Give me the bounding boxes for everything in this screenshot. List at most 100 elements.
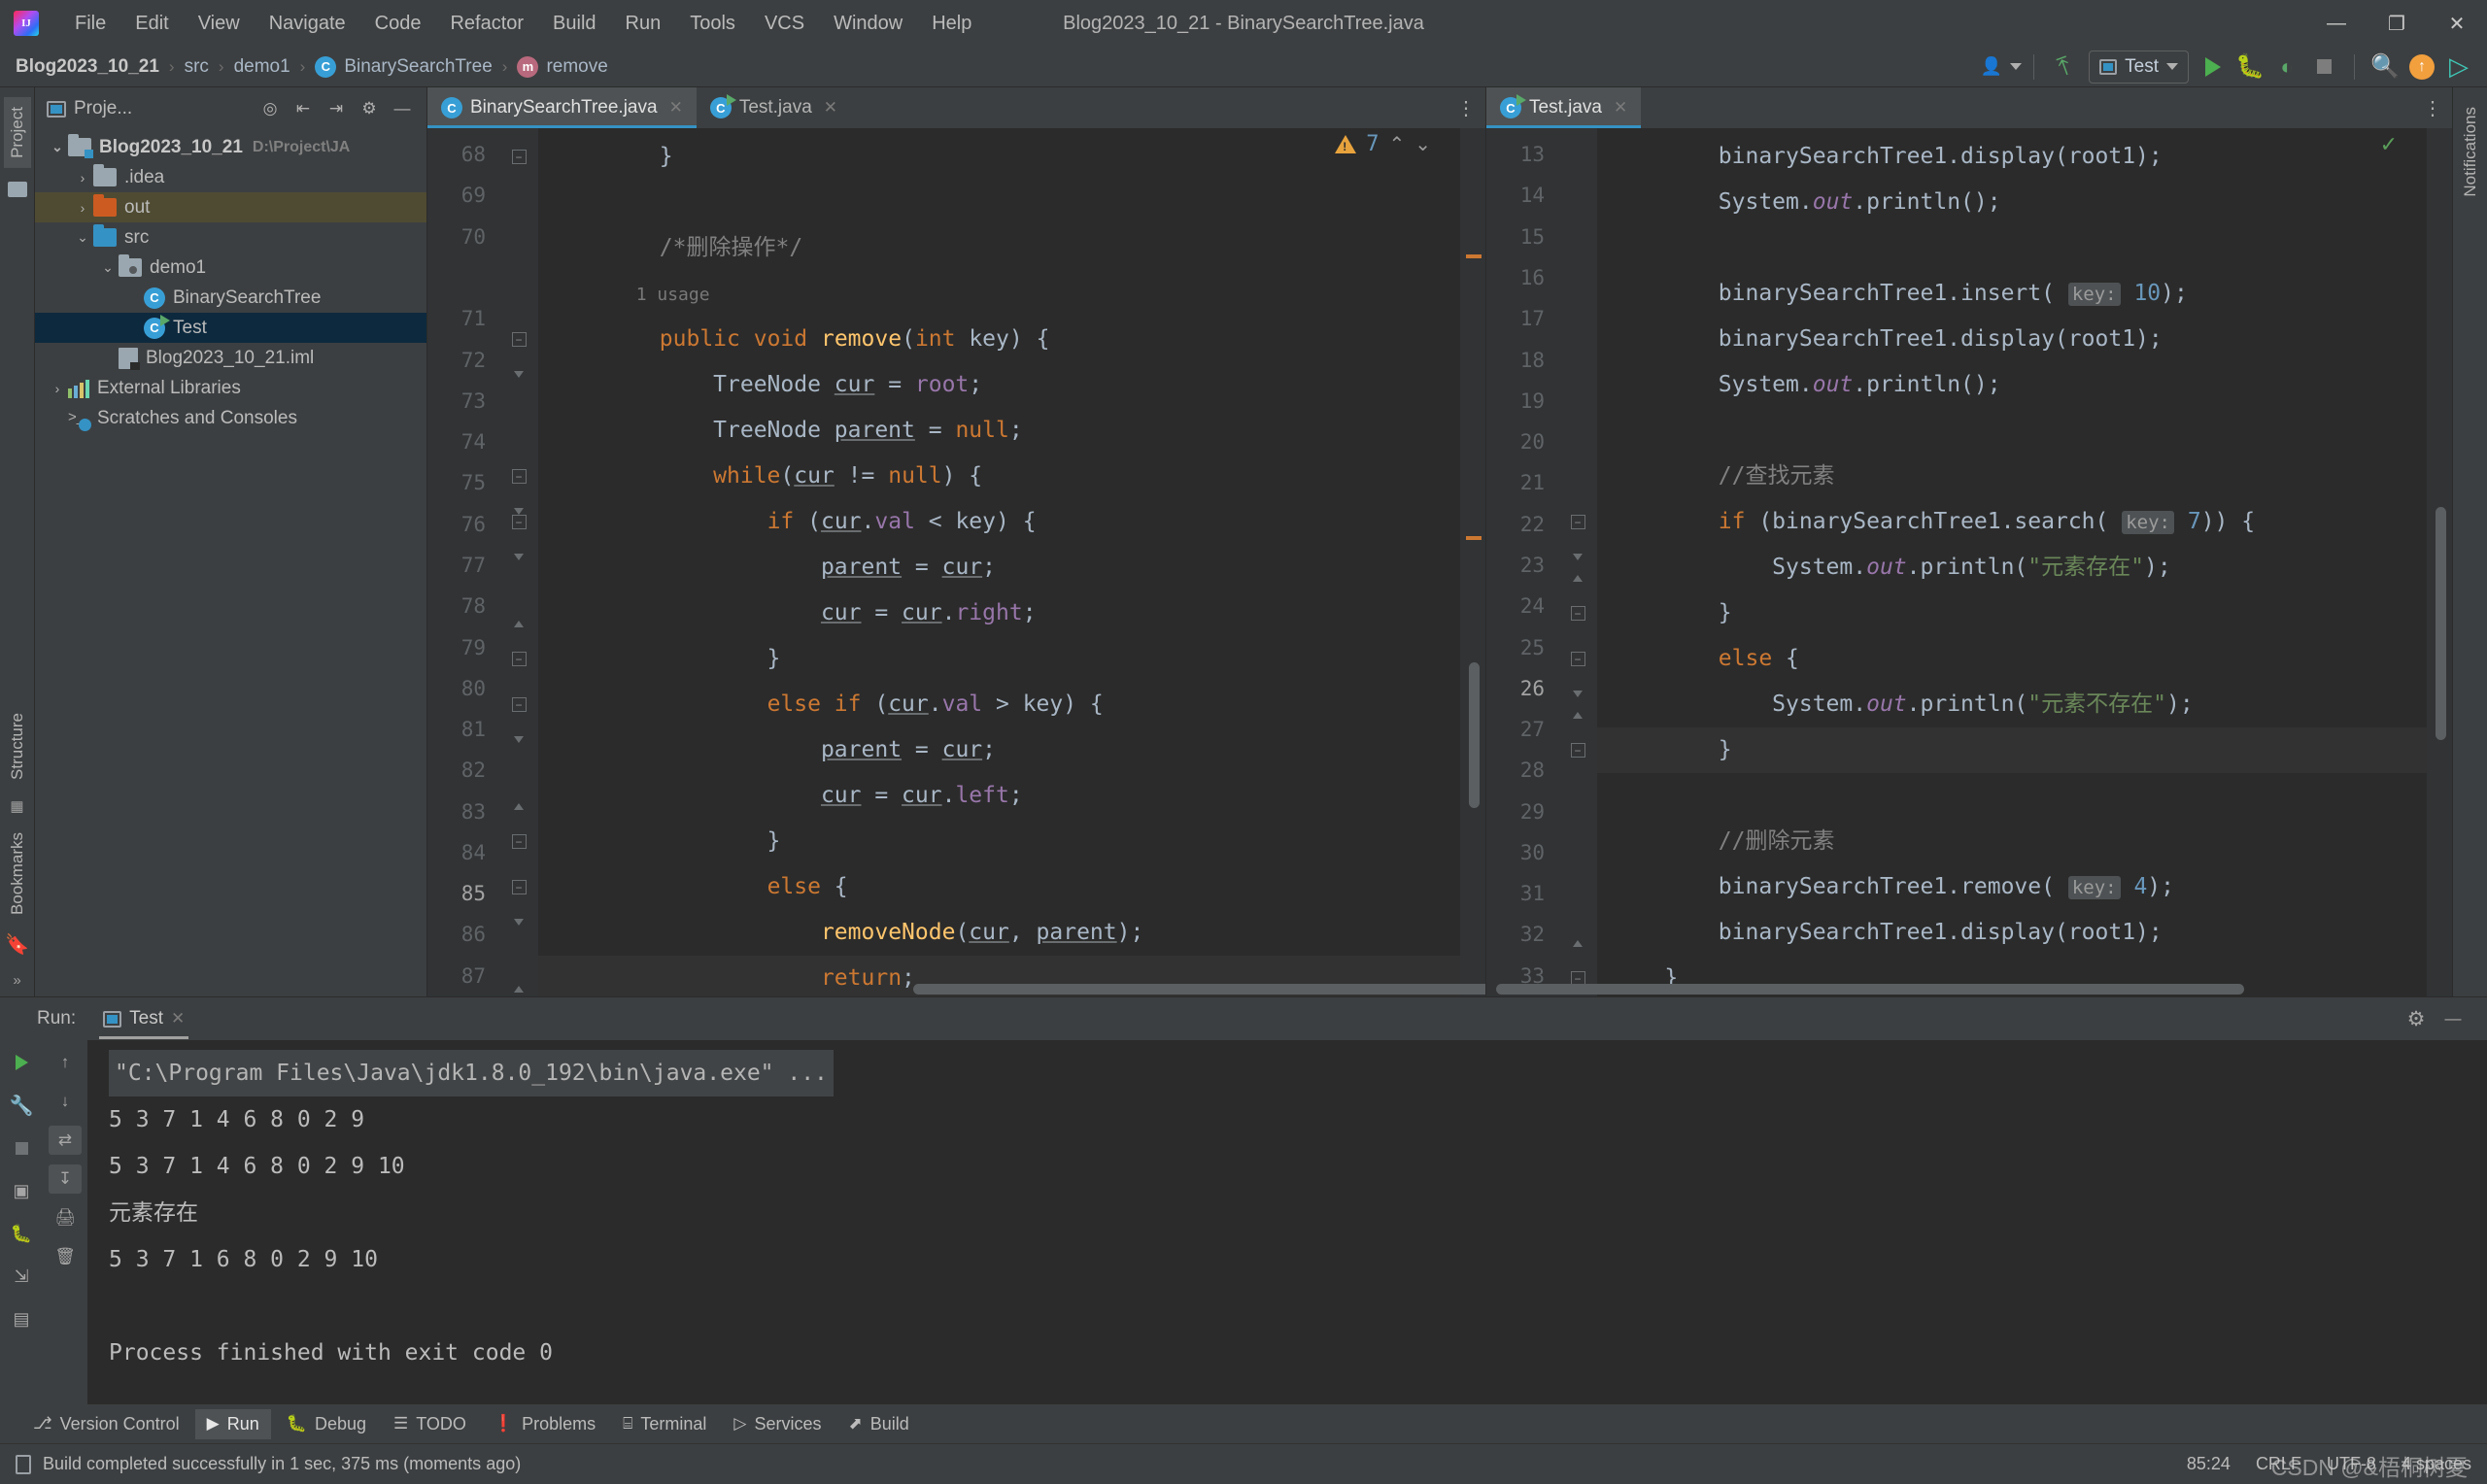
soft-wrap-icon[interactable]: ⇄	[49, 1126, 82, 1155]
horizontal-scrollbar-right[interactable]	[1496, 984, 2244, 995]
update-icon[interactable]: ↑	[2403, 51, 2440, 84]
inspection-widget-left[interactable]: 7 ⌃ ⌄	[1335, 132, 1431, 156]
breadcrumb-item-remove[interactable]: m remove	[517, 55, 608, 78]
run-icon[interactable]	[2195, 51, 2231, 84]
code-line[interactable]: }	[1597, 590, 2452, 636]
wrench-icon[interactable]: 🔧	[5, 1091, 38, 1120]
more-icon[interactable]: »	[13, 972, 20, 989]
bottom-tab-todo[interactable]: ☰ TODO	[382, 1409, 478, 1439]
bottom-tool-bar[interactable]: ⎇ Version Control ▶ Run 🐛 Debug ☰ TODO ❗ Problems…	[0, 1404, 2487, 1443]
code-line[interactable]: binarySearchTree1.display(root1);	[1597, 134, 2452, 180]
close-button[interactable]: ✕	[2427, 0, 2487, 47]
fold-collapse-icon[interactable]: −	[1570, 606, 1585, 621]
bottom-tab-problems[interactable]: ❗ Problems	[482, 1409, 607, 1439]
prev-warning-icon[interactable]: ⌃	[1388, 132, 1405, 156]
tree-node-test[interactable]: C Test	[35, 313, 426, 343]
tree-node-blog2023-10-21-iml[interactable]: Blog2023_10_21.iml	[35, 343, 426, 373]
code-line[interactable]: binarySearchTree1.remove( key: 4);	[1597, 864, 2452, 910]
code-line[interactable]: removeNode(cur, parent);	[538, 910, 1485, 956]
code-line[interactable]	[538, 180, 1485, 225]
scroll-up-icon[interactable]: ↑	[49, 1048, 82, 1077]
fold-marker[interactable]: −	[499, 134, 538, 180]
code-line[interactable]: //查找元素	[1597, 454, 2452, 499]
scroll-to-end-icon[interactable]: ↧	[49, 1164, 82, 1194]
code-line[interactable]: public void remove(int key) {	[538, 317, 1485, 362]
debug-icon[interactable]: 🐛	[2231, 51, 2268, 84]
code-line[interactable]: if (binarySearchTree1.search( key: 7)) {	[1597, 499, 2452, 545]
main-menu[interactable]: File Edit View Navigate Code Refactor Build Run…	[60, 9, 986, 39]
print-icon[interactable]: 🖨	[49, 1203, 82, 1232]
maximize-button[interactable]: ❐	[2367, 0, 2427, 47]
code-line[interactable]: binarySearchTree1.display(root1);	[1597, 317, 2452, 362]
fold-expand-icon[interactable]: −	[1570, 515, 1585, 529]
coverage-icon[interactable]: ◐	[2268, 51, 2305, 84]
code-line[interactable]: else {	[538, 864, 1485, 910]
code-line[interactable]	[1597, 773, 2452, 819]
code-view-right[interactable]: 13 14 15 16 17 18 19 20 21 22 23 24 25 26 27 28 29 30 31 32…	[1486, 128, 2452, 996]
menu-item-view[interactable]: View	[184, 9, 255, 39]
fold-marker[interactable]: −	[1558, 499, 1597, 545]
code-line[interactable]: System.out.println("元素不存在");	[1597, 682, 2452, 727]
tree-node-src[interactable]: ⌄ src	[35, 222, 426, 253]
code-line[interactable]: binarySearchTree1.display(root1);	[1597, 910, 2452, 956]
run-tab-test[interactable]: Test ✕	[93, 1002, 194, 1039]
bottom-tab-services[interactable]: ▷ Services	[722, 1409, 833, 1439]
editor-tabs-right[interactable]: C Test.java ✕ ⋮	[1486, 87, 2452, 128]
close-icon[interactable]: ✕	[824, 98, 837, 118]
crosshair-icon[interactable]: ◎	[254, 93, 287, 124]
rerun-icon[interactable]	[5, 1048, 38, 1077]
console-output[interactable]: "C:\Program Files\Java\jdk1.8.0_192\bin\…	[87, 1040, 2487, 1404]
menu-item-tools[interactable]: Tools	[675, 9, 750, 39]
minimize-button[interactable]: —	[2306, 0, 2367, 47]
breadcrumb[interactable]: Blog2023_10_21 › src › demo1 › C BinarySearchTr…	[16, 55, 608, 78]
code-text-right[interactable]: binarySearchTree1.display(root1); System…	[1597, 128, 2452, 996]
code-line[interactable]: else {	[1597, 636, 2452, 682]
menu-item-navigate[interactable]: Navigate	[255, 9, 360, 39]
code-line[interactable]: cur = cur.left;	[538, 773, 1485, 819]
code-line[interactable]: //删除元素	[1597, 819, 2452, 864]
minimize-icon[interactable]: —	[2436, 1004, 2470, 1033]
next-warning-icon[interactable]: ⌄	[1414, 132, 1431, 156]
menu-item-refactor[interactable]: Refactor	[435, 9, 538, 39]
hammer-icon[interactable]: ⤒	[2041, 45, 2087, 88]
code-line[interactable]: while(cur != null) {	[538, 454, 1485, 499]
close-icon[interactable]: ✕	[669, 98, 683, 118]
fold-marker[interactable]: −	[1558, 727, 1597, 773]
editor-tab-binarysearchtree-java[interactable]: C BinarySearchTree.java ✕	[427, 87, 697, 128]
chevron-down-icon[interactable]	[2010, 63, 2023, 70]
code-line[interactable]	[1597, 408, 2452, 454]
code-line[interactable]: parent = cur;	[538, 727, 1485, 773]
sidebar-tab-structure[interactable]: Structure	[4, 703, 31, 790]
sidebar-tab-project[interactable]: Project	[3, 97, 31, 168]
chevron-right-icon[interactable]: ›	[47, 381, 68, 396]
tree-node-out[interactable]: › out	[35, 192, 426, 222]
fold-marker[interactable]: −	[499, 819, 538, 864]
fold-marker[interactable]: −	[1558, 590, 1597, 636]
bottom-tab-version-control[interactable]: ⎇ Version Control	[21, 1409, 191, 1439]
fold-marker[interactable]: −	[499, 682, 538, 727]
fold-gutter-right[interactable]: − − − − −	[1558, 128, 1597, 996]
camera-icon[interactable]: ▣	[5, 1176, 38, 1205]
fold-expand-icon[interactable]: −	[511, 515, 527, 529]
chevron-down-icon[interactable]: ⌄	[97, 259, 119, 276]
menu-item-window[interactable]: Window	[819, 9, 917, 39]
fold-collapse-icon[interactable]: −	[511, 652, 527, 666]
usage-hint[interactable]: 1 usage	[552, 285, 710, 305]
fold-marker[interactable]: −	[499, 454, 538, 499]
bottom-tab-build[interactable]: ⬈ Build	[836, 1409, 920, 1439]
expand-icon[interactable]: ⇥	[320, 93, 353, 124]
code-line[interactable]	[1597, 225, 2452, 271]
fold-expand-icon[interactable]: −	[511, 332, 527, 347]
code-line[interactable]: TreeNode parent = null;	[538, 408, 1485, 454]
code-line[interactable]: parent = cur;	[538, 545, 1485, 590]
code-line[interactable]: 1 usage	[538, 271, 1485, 317]
code-line[interactable]: System.out.println();	[1597, 180, 2452, 225]
fold-marker[interactable]: −	[499, 317, 538, 362]
code-line[interactable]: binarySearchTree1.insert( key: 10);	[1597, 271, 2452, 317]
menu-item-run[interactable]: Run	[611, 9, 676, 39]
gear-icon[interactable]: ⚙	[2400, 1004, 2433, 1033]
editor-tab-test-java[interactable]: C Test.java ✕	[1486, 87, 1642, 128]
bottom-tab-terminal[interactable]: ⌸ Terminal	[611, 1409, 718, 1439]
fold-expand-icon[interactable]: −	[1570, 652, 1585, 666]
vertical-scrollbar-left[interactable]	[1469, 662, 1480, 808]
